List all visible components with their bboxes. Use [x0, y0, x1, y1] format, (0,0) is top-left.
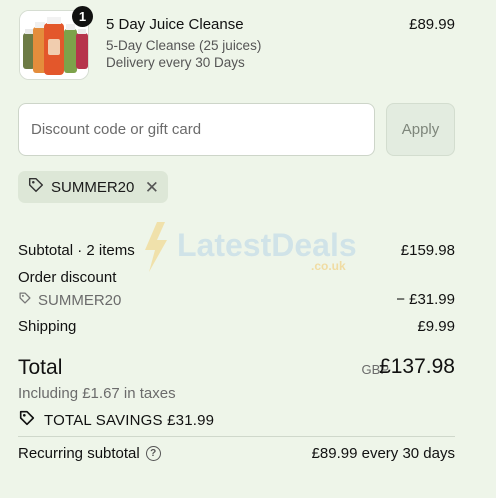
product-price: £89.99	[409, 16, 455, 33]
close-icon[interactable]: ✕	[145, 179, 159, 196]
recurring-subtotal-label: Recurring subtotal	[18, 445, 140, 462]
shipping-value: £9.99	[417, 318, 455, 335]
help-icon[interactable]: ?	[145, 446, 161, 461]
applied-discount-chip: SUMMER20 ✕	[18, 171, 168, 203]
tag-icon	[27, 176, 45, 198]
product-name: 5 Day Juice Cleanse	[106, 16, 244, 33]
discount-placeholder: Discount code or gift card	[31, 121, 202, 138]
product-delivery: Delivery every 30 Days	[106, 55, 245, 70]
total-value: £137.98	[379, 355, 455, 378]
order-discount-label: Order discount	[18, 269, 117, 286]
discount-code-text: SUMMER20	[38, 291, 122, 309]
tag-icon	[18, 409, 36, 431]
apply-button[interactable]: Apply	[386, 103, 455, 156]
divider	[18, 436, 455, 437]
total-label: Total	[18, 356, 63, 379]
svg-text:.co.uk: .co.uk	[311, 259, 346, 273]
quantity-badge: 1	[72, 6, 93, 27]
tax-note: Including £1.67 in taxes	[18, 385, 176, 402]
tag-icon	[18, 291, 32, 309]
svg-text:LatestDeals: LatestDeals	[177, 227, 357, 263]
discount-value: − £31.99	[396, 291, 455, 308]
order-discount-code: SUMMER20	[18, 291, 121, 309]
recurring-subtotal: Recurring subtotal ?	[18, 445, 161, 462]
subtotal-label: Subtotal · 2 items	[18, 242, 135, 259]
product-variant: 5-Day Cleanse (25 juices)	[106, 38, 262, 53]
total-savings-label: TOTAL SAVINGS £31.99	[44, 411, 215, 429]
recurring-subtotal-value: £89.99 every 30 days	[311, 445, 455, 462]
discount-code-input[interactable]: Discount code or gift card	[18, 103, 375, 156]
watermark-logo: LatestDeals .co.uk	[143, 220, 357, 274]
applied-code-label: SUMMER20	[51, 178, 135, 196]
shipping-label: Shipping	[18, 318, 77, 335]
total-savings: TOTAL SAVINGS £31.99	[18, 409, 214, 431]
subtotal-value: £159.98	[400, 242, 455, 259]
